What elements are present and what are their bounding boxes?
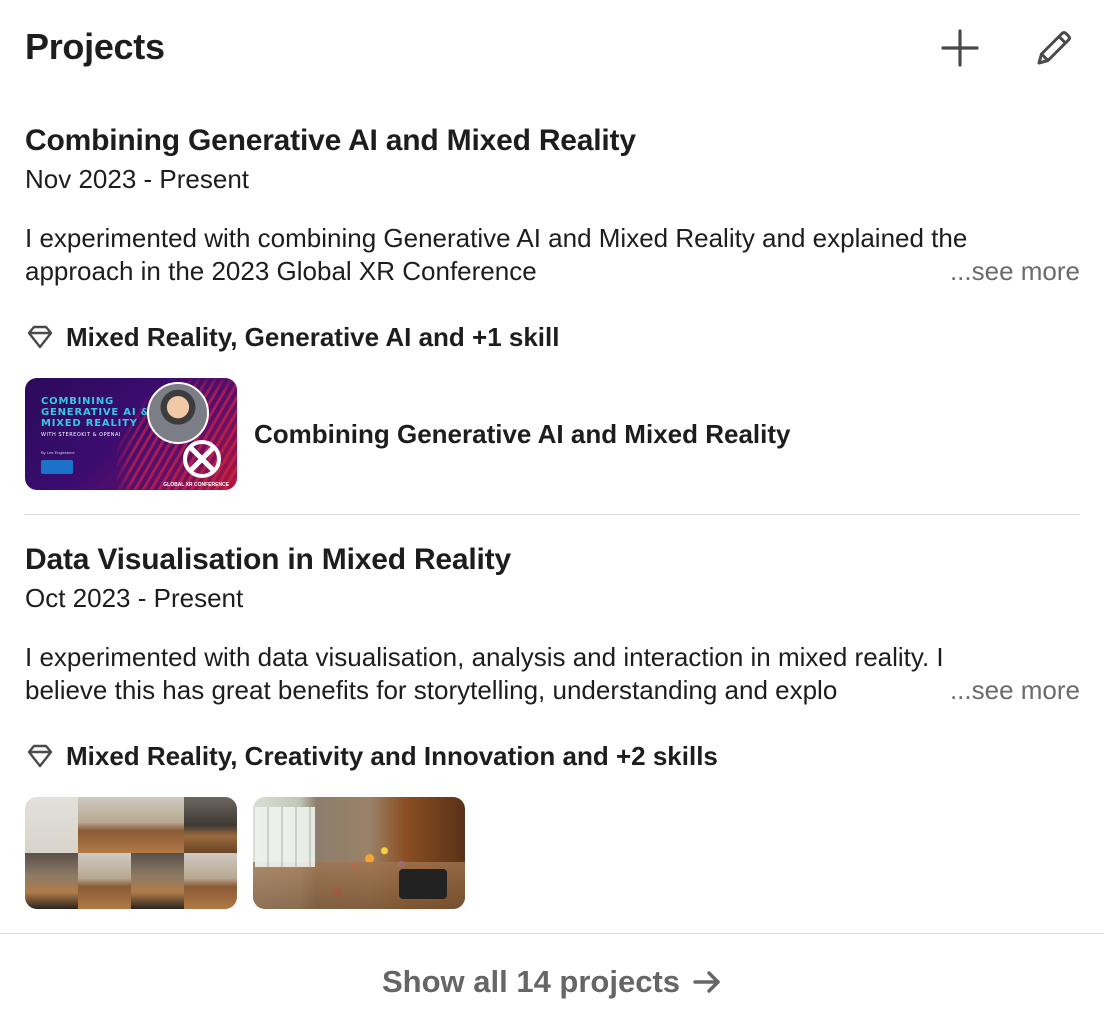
- projects-card: Projects Combining Generative AI and Mix…: [0, 0, 1104, 1030]
- divider: [24, 514, 1080, 515]
- project-description: I experimented with data visualisation, …: [25, 641, 1080, 707]
- slide-caption: GLOBAL XR CONFERENCE: [163, 482, 229, 488]
- media-thumbnail[interactable]: [25, 797, 237, 909]
- project-skills[interactable]: Mixed Reality, Generative AI and +1 skil…: [25, 320, 1080, 354]
- project-title[interactable]: Data Visualisation in Mixed Reality: [25, 541, 1080, 579]
- description-line: approach in the 2023 Global XR Conferenc…: [25, 256, 537, 286]
- project-item: Combining Generative AI and Mixed Realit…: [25, 122, 1080, 490]
- project-date: Nov 2023 - Present: [25, 164, 250, 194]
- project-skills[interactable]: Mixed Reality, Creativity and Innovation…: [25, 739, 1080, 773]
- diamond-icon: [27, 325, 53, 349]
- slide-heading: COMBINING GENERATIVE AI & MIXED REALITY: [41, 396, 150, 429]
- description-line: believe this has great benefits for stor…: [25, 675, 838, 705]
- slide-heading-line: COMBINING: [41, 396, 115, 407]
- skills-label: Mixed Reality, Generative AI and +1 skil…: [66, 322, 560, 352]
- media-thumbnail[interactable]: COMBINING GENERATIVE AI & MIXED REALITY …: [25, 378, 237, 490]
- plus-icon: [941, 29, 979, 67]
- project-description: I experimented with combining Generative…: [25, 222, 1080, 288]
- edit-projects-button[interactable]: [1030, 24, 1078, 72]
- diamond-icon: [27, 744, 53, 768]
- speaker-avatar: [147, 382, 209, 444]
- see-more-link[interactable]: ...see more: [945, 255, 1080, 288]
- description-line: I experimented with combining Generative…: [25, 223, 968, 253]
- media-title[interactable]: Combining Generative AI and Mixed Realit…: [254, 419, 790, 450]
- section-title: Projects: [25, 26, 165, 67]
- photo-sofa: [399, 869, 447, 899]
- collage-tile: [25, 853, 78, 909]
- slide-subtitle: WITH STEREOKIT & OPENAI: [41, 432, 121, 438]
- project-date: Oct 2023 - Present: [25, 583, 244, 613]
- media-thumbnail[interactable]: [253, 797, 465, 909]
- project-media: [25, 797, 1080, 909]
- pencil-icon: [1037, 31, 1071, 65]
- collage-tile: [78, 853, 131, 909]
- collage-tile: [184, 797, 237, 853]
- collage-tile: [184, 853, 237, 909]
- collage-tile: [78, 797, 131, 853]
- collage-tile: [25, 797, 78, 853]
- project-title[interactable]: Combining Generative AI and Mixed Realit…: [25, 122, 1080, 160]
- room-collage-image: [25, 797, 237, 909]
- xr-logo-icon: [183, 440, 221, 478]
- skills-label: Mixed Reality, Creativity and Innovation…: [66, 741, 718, 771]
- project-item: Data Visualisation in Mixed Reality Oct …: [25, 541, 1080, 909]
- arrow-right-icon: [692, 967, 722, 997]
- collage-tile: [131, 797, 184, 853]
- show-all-projects-button[interactable]: Show all 14 projects: [0, 934, 1104, 1030]
- collage-tile: [131, 853, 184, 909]
- description-line: I experimented with data visualisation, …: [25, 642, 944, 672]
- slide-author: By Lee Englestone: [41, 450, 75, 455]
- see-more-link[interactable]: ...see more: [945, 674, 1080, 707]
- show-all-label: Show all 14 projects: [381, 964, 681, 999]
- slide-heading-line: GENERATIVE AI &: [41, 407, 151, 418]
- mvp-badge: [41, 460, 73, 474]
- project-media: COMBINING GENERATIVE AI & MIXED REALITY …: [25, 378, 1080, 490]
- add-project-button[interactable]: [936, 24, 984, 72]
- slide-heading-line: MIXED REALITY: [41, 418, 138, 429]
- photo-window: [255, 807, 315, 867]
- section-header: Projects: [25, 24, 1080, 74]
